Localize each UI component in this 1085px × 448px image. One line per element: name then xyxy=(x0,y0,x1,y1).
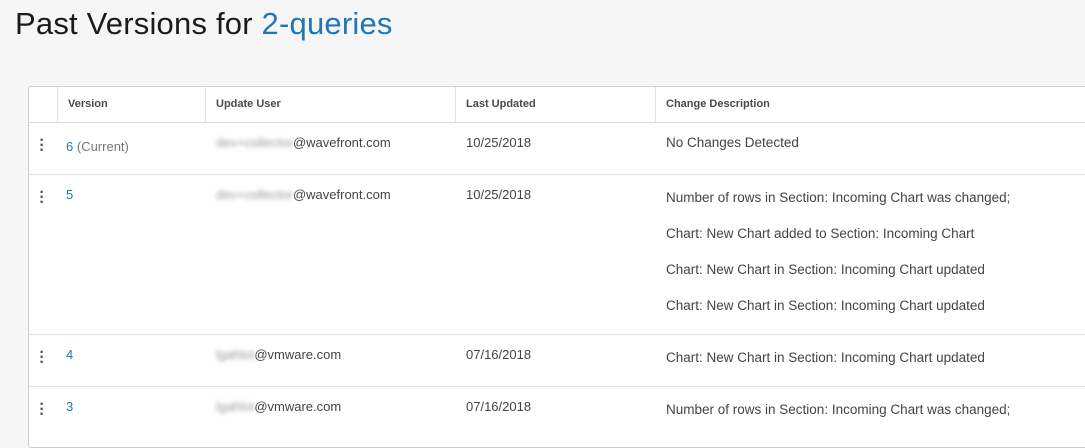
change-line: Chart: New Chart in Section: Incoming Ch… xyxy=(666,262,985,277)
change-description: Number of rows in Section: Incoming Char… xyxy=(666,402,1010,438)
header-update-user[interactable]: Update User xyxy=(205,87,455,122)
row-menu-icon[interactable]: · · · xyxy=(35,397,49,423)
version-link[interactable]: 5 xyxy=(66,187,73,202)
change-description: Chart: New Chart in Section: Incoming Ch… xyxy=(666,350,985,386)
change-description: Number of rows in Section: Incoming Char… xyxy=(666,190,1010,334)
change-line: Chart: New Chart added to Section: Incom… xyxy=(666,226,975,241)
page-title: Past Versions for 2-queries xyxy=(15,6,393,42)
update-user: dev+collector@wavefront.com xyxy=(216,187,391,202)
table-row: · · · 4 lgahlot@vmware.com 07/16/2018 Char… xyxy=(29,335,1085,387)
update-user: lgahlot@vmware.com xyxy=(216,347,341,362)
header-change-description[interactable]: Change Description xyxy=(655,87,1085,122)
user-domain: @vmware.com xyxy=(254,399,342,414)
change-line: Number of rows in Section: Incoming Char… xyxy=(666,402,1011,417)
last-updated: 07/16/2018 xyxy=(466,399,532,414)
current-label: (Current) xyxy=(76,139,129,154)
table-row: · · · 6 (Current) dev+collector@wavefront.… xyxy=(29,123,1085,175)
version-link[interactable]: 6 (Current) xyxy=(66,139,129,154)
update-user: lgahlot@vmware.com xyxy=(216,399,341,414)
user-domain: @vmware.com xyxy=(254,347,342,362)
user-domain: @wavefront.com xyxy=(292,187,391,202)
page-title-prefix: Past Versions for xyxy=(15,6,262,41)
last-updated: 10/25/2018 xyxy=(466,187,532,202)
user-name-redacted: lgahlot xyxy=(216,347,255,362)
last-updated: 10/25/2018 xyxy=(466,135,532,150)
dashboard-name-link[interactable]: 2-queries xyxy=(262,6,393,41)
header-version[interactable]: Version xyxy=(57,87,205,122)
change-line: Chart: New Chart in Section: Incoming Ch… xyxy=(666,350,985,365)
user-name-redacted: dev+collector xyxy=(216,187,293,202)
user-name-redacted: lgahlot xyxy=(216,399,255,414)
update-user: dev+collector@wavefront.com xyxy=(216,135,391,150)
table-header: Version Update User Last Updated Change … xyxy=(29,87,1085,123)
change-line: Number of rows in Section: Incoming Char… xyxy=(666,190,1011,205)
version-link[interactable]: 3 xyxy=(66,399,73,414)
versions-table: Version Update User Last Updated Change … xyxy=(28,86,1085,448)
header-actions xyxy=(29,87,57,122)
table-row: · · · 5 dev+collector@wavefront.com 10/25/… xyxy=(29,175,1085,335)
change-line: Chart: New Chart in Section: Incoming Ch… xyxy=(666,298,985,313)
row-menu-icon[interactable]: · · · xyxy=(35,133,49,159)
change-description: No Changes Detected xyxy=(666,135,799,171)
version-link[interactable]: 4 xyxy=(66,347,73,362)
table-row: · · · 3 lgahlot@vmware.com 07/16/2018 Numb… xyxy=(29,387,1085,447)
header-last-updated[interactable]: Last Updated xyxy=(455,87,655,122)
row-menu-icon[interactable]: · · · xyxy=(35,185,49,211)
user-name-redacted: dev+collector xyxy=(216,135,293,150)
row-menu-icon[interactable]: · · · xyxy=(35,345,49,371)
user-domain: @wavefront.com xyxy=(292,135,391,150)
last-updated: 07/16/2018 xyxy=(466,347,532,362)
change-line: No Changes Detected xyxy=(666,135,799,150)
